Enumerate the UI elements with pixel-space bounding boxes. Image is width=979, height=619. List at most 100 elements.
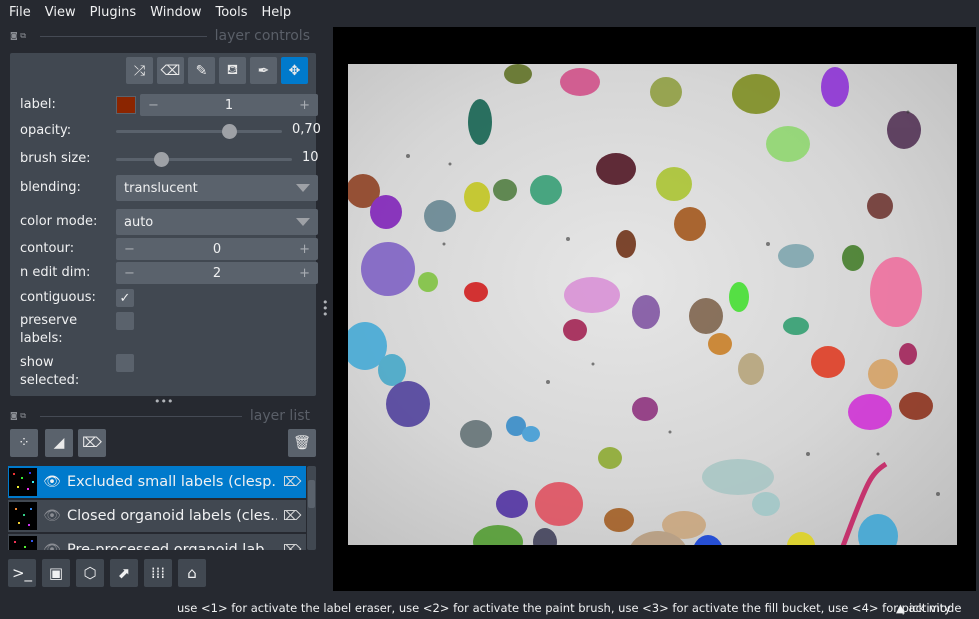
header-rule — [40, 415, 242, 417]
eye-icon[interactable]: 👁 — [37, 474, 67, 490]
color-mode-row: color mode: auto — [20, 209, 318, 235]
menu-help[interactable]: Help — [257, 5, 297, 20]
opacity-row: opacity: 0,70 — [20, 120, 321, 142]
home-button[interactable]: ⌂ — [178, 559, 206, 587]
shuffle-icon: ⤮ — [133, 62, 146, 79]
chevron-down-icon — [296, 184, 310, 192]
contiguous-checkbox[interactable]: ✓ — [116, 289, 134, 307]
blending-dropdown[interactable]: translucent — [116, 175, 318, 201]
eye-off-icon[interactable]: 👁 — [37, 542, 67, 550]
eye-off-icon[interactable]: 👁 — [37, 508, 67, 524]
layer-item[interactable]: 👁 Pre-processed organoid lab... ⌦ — [8, 534, 306, 550]
color-mode-dropdown[interactable]: auto — [116, 209, 318, 235]
label-toolbar: ⤮ ⌫ ✎ ⛾ ✒ ✥ — [126, 57, 308, 84]
opacity-slider-handle[interactable] — [222, 124, 237, 139]
show-selected-checkbox[interactable] — [116, 354, 134, 372]
ndisplay-button[interactable]: ▣ — [42, 559, 70, 587]
opacity-slider[interactable] — [116, 130, 282, 133]
layer-name: Closed organoid labels (cles... — [67, 508, 277, 524]
picker-icon: ✒ — [257, 62, 270, 79]
status-bar: use <1> for activate the label eraser, u… — [0, 596, 979, 619]
tag-icon: ⌦ — [82, 435, 102, 451]
label-spinbox[interactable]: − 1 + — [140, 94, 318, 116]
color-picker-button[interactable]: ✒ — [250, 57, 277, 84]
blending-row: blending: translucent — [20, 175, 318, 201]
brush-size-slider-handle[interactable] — [154, 152, 169, 167]
n-edit-dim-row: n edit dim: − 2 + — [20, 262, 318, 284]
console-button[interactable]: >_ — [8, 559, 36, 587]
preserve-labels-label: preserve labels: — [20, 313, 78, 346]
grid-icon: ⁞⁞⁞ — [150, 564, 166, 582]
chevron-down-icon — [296, 218, 310, 226]
increment-icon[interactable]: + — [299, 98, 310, 113]
menu-file[interactable]: File — [4, 5, 36, 20]
cube-icon: ⬡ — [83, 564, 97, 582]
menu-tools[interactable]: Tools — [210, 5, 252, 20]
brush-size-slider[interactable] — [116, 158, 292, 161]
layer-list-header: ◙ ⧉ layer list — [10, 407, 310, 425]
decrement-icon[interactable]: − — [148, 98, 159, 113]
header-rule — [40, 35, 207, 37]
n-edit-dim-value: 2 — [212, 265, 222, 281]
show-selected-label: show selected: — [20, 355, 80, 388]
paint-brush-button[interactable]: ✎ — [188, 57, 215, 84]
layer-list-title: layer list — [249, 408, 310, 424]
layer-thumbnail — [9, 468, 37, 496]
new-points-layer-button[interactable]: ⁘ — [10, 429, 38, 457]
canvas[interactable] — [333, 27, 976, 591]
show-selected-row: show selected: — [20, 354, 310, 390]
brush-size-row: brush size: 10 — [20, 148, 319, 170]
transpose-button[interactable]: ⬈ — [110, 559, 138, 587]
roll-dims-button[interactable]: ⬡ — [76, 559, 104, 587]
increment-icon[interactable]: + — [299, 266, 310, 281]
layer-item[interactable]: 👁 Excluded small labels (clesp... ⌦ — [8, 466, 306, 498]
contiguous-label: contiguous: — [20, 290, 96, 305]
layer-list-scrollbar[interactable] — [307, 466, 316, 550]
layer-list-toolbar: ⁘ ◢ ⌦ 🗑 — [10, 429, 316, 459]
preserve-labels-row: preserve labels: — [20, 312, 310, 348]
eraser-button[interactable]: ⌫ — [157, 57, 184, 84]
brush-size-label: brush size: — [20, 151, 91, 166]
shuffle-colors-button[interactable]: ⤮ — [126, 57, 153, 84]
n-edit-dim-spinbox[interactable]: − 2 + — [116, 262, 318, 284]
contour-spinbox[interactable]: − 0 + — [116, 238, 318, 260]
contour-row: contour: − 0 + — [20, 238, 318, 260]
layer-list: 👁 Excluded small labels (clesp... ⌦ 👁 Cl… — [8, 465, 308, 550]
menu-window[interactable]: Window — [145, 5, 206, 20]
label-color-swatch[interactable] — [116, 96, 136, 114]
contiguous-row: contiguous: ✓ — [20, 287, 310, 309]
shapes-icon: ◢ — [53, 435, 65, 451]
activity-toggle[interactable]: ▲ activity — [896, 601, 951, 615]
brush-icon: ✎ — [195, 62, 208, 79]
scrollbar-thumb[interactable] — [308, 480, 315, 508]
layer-name: Excluded small labels (clesp... — [67, 474, 277, 490]
new-labels-layer-button[interactable]: ⌦ — [78, 429, 106, 457]
status-message: use <1> for activate the label eraser, u… — [177, 600, 962, 615]
layer-item[interactable]: 👁 Closed organoid labels (cles... ⌦ — [8, 500, 306, 532]
square-icon: ▣ — [48, 564, 64, 582]
preserve-labels-checkbox[interactable] — [116, 312, 134, 330]
decrement-icon[interactable]: − — [124, 242, 135, 257]
label-label: label: — [20, 97, 56, 112]
layer-thumbnail — [9, 502, 37, 530]
delete-layer-button[interactable]: 🗑 — [288, 429, 316, 457]
fill-bucket-button[interactable]: ⛾ — [219, 57, 246, 84]
increment-icon[interactable]: + — [299, 242, 310, 257]
float-icon[interactable]: ◙ ⧉ — [10, 31, 26, 41]
viewer-buttons: >_ ▣ ⬡ ⬈ ⁞⁞⁞ ⌂ — [8, 559, 206, 589]
organoid-image[interactable] — [348, 64, 957, 545]
float-icon[interactable]: ◙ ⧉ — [10, 411, 26, 421]
grid-button[interactable]: ⁞⁞⁞ — [144, 559, 172, 587]
activity-label: activity — [908, 600, 951, 615]
tag-icon: ⌦ — [283, 542, 302, 551]
menu-view[interactable]: View — [40, 5, 81, 20]
new-shapes-layer-button[interactable]: ◢ — [45, 429, 73, 457]
pan-zoom-button[interactable]: ✥ — [281, 57, 308, 84]
opacity-label: opacity: — [20, 123, 72, 138]
menu-plugins[interactable]: Plugins — [85, 5, 142, 20]
decrement-icon[interactable]: − — [124, 266, 135, 281]
label-value: 1 — [224, 97, 234, 113]
home-icon: ⌂ — [187, 564, 197, 582]
pan-icon: ✥ — [288, 62, 301, 79]
panel-splitter-handle[interactable]: • • • — [322, 297, 329, 320]
